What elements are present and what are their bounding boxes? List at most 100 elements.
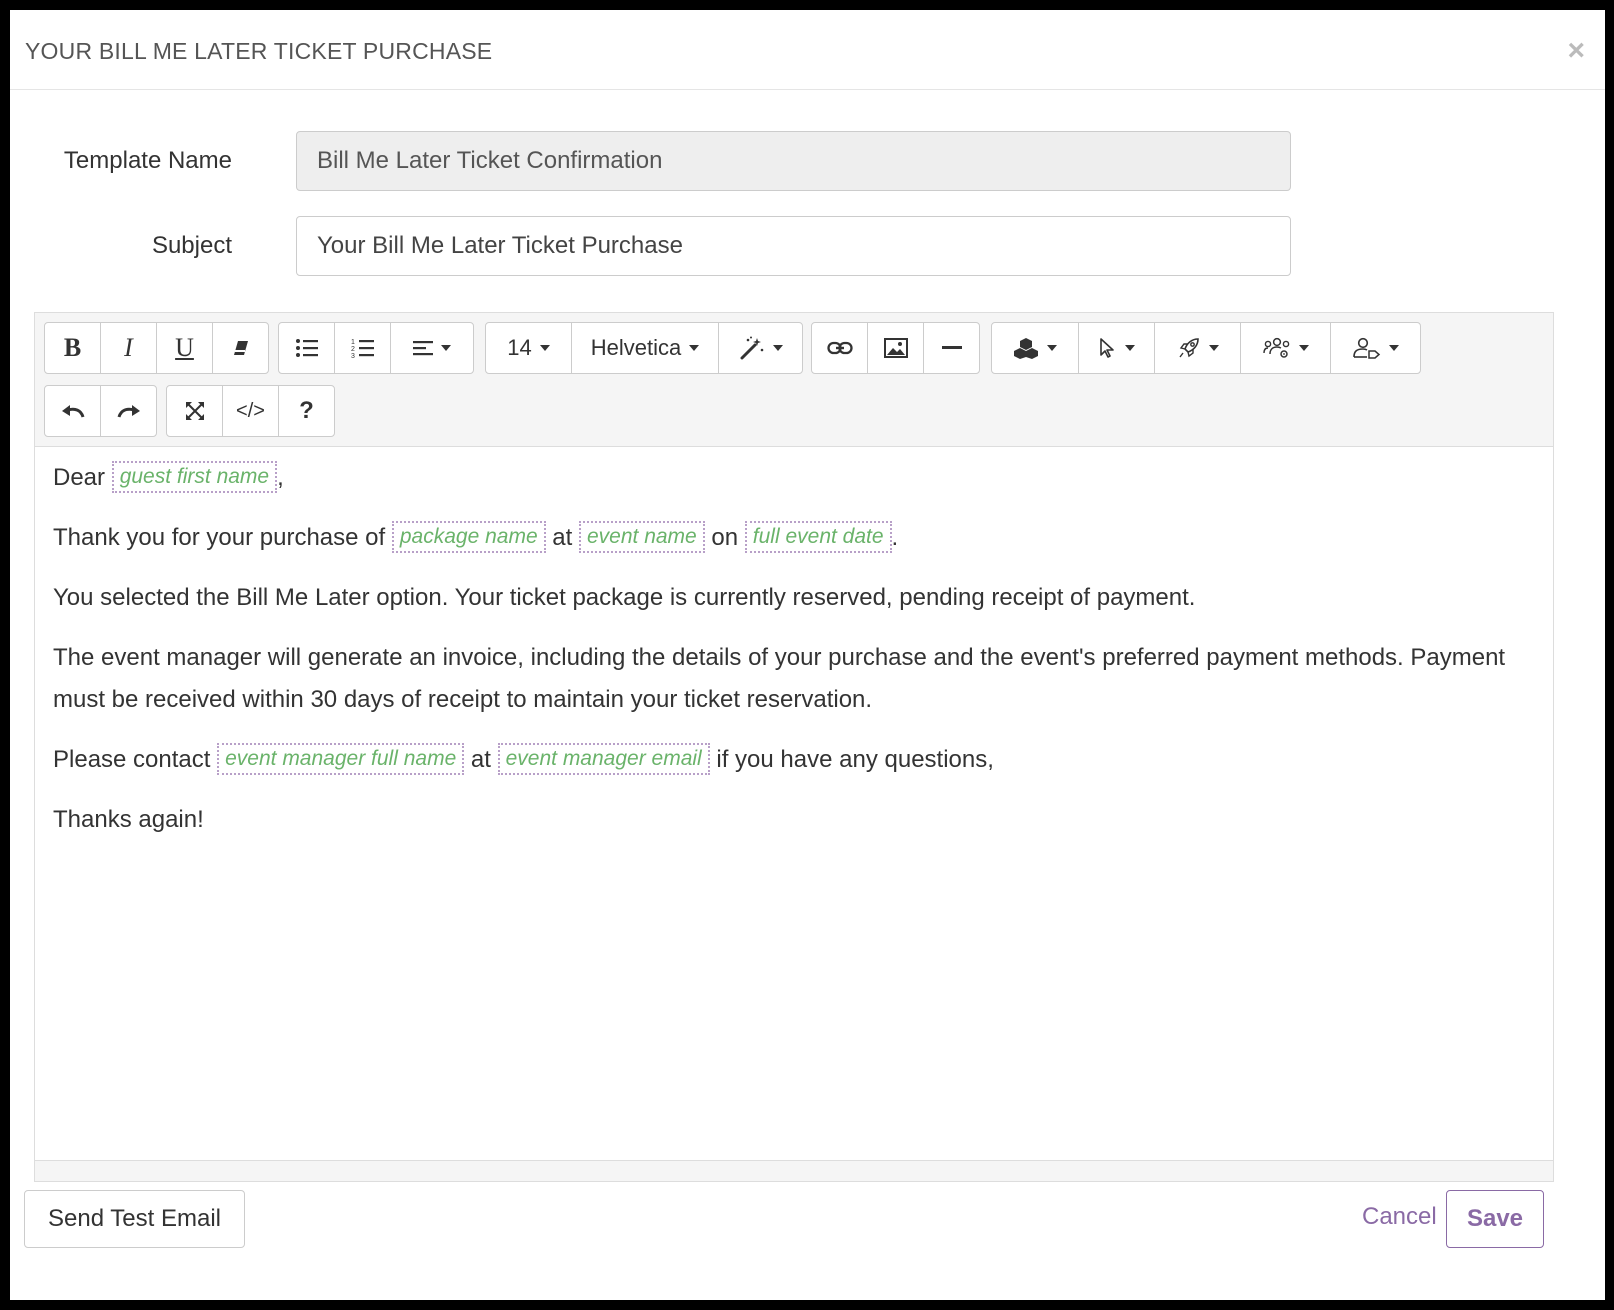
- style-dropdown[interactable]: [718, 322, 803, 374]
- modal-title: YOUR BILL ME LATER TICKET PURCHASE: [25, 38, 493, 64]
- link-icon: [826, 341, 853, 355]
- merge-tag-package-name[interactable]: package name: [391, 521, 546, 553]
- text: Dear: [53, 464, 106, 491]
- fullscreen-button[interactable]: [166, 385, 223, 437]
- paragraph-group: 123: [278, 322, 474, 374]
- chevron-down-icon: [1298, 345, 1309, 351]
- expand-icon: [185, 402, 204, 420]
- unordered-list-button[interactable]: [278, 322, 335, 374]
- rocket-dropdown[interactable]: [1154, 322, 1241, 374]
- template-name-label: Template Name: [63, 147, 232, 174]
- editor-content[interactable]: Dear guest first name, Thank you for you…: [35, 447, 1553, 841]
- italic-button[interactable]: I: [100, 322, 157, 374]
- align-dropdown[interactable]: [390, 322, 474, 374]
- users-cog-icon: [1262, 337, 1289, 358]
- text: on: [711, 524, 739, 551]
- history-group: [44, 385, 157, 437]
- paragraph-signoff: Thanks again!: [53, 806, 204, 833]
- paragraph-contact: Please contact event manager full name a…: [53, 739, 1535, 781]
- bold-button[interactable]: B: [44, 322, 101, 374]
- horizontal-rule-icon: [941, 346, 962, 349]
- merge-tag-event-manager-full-name[interactable]: event manager full name: [217, 743, 465, 775]
- chevron-down-icon: [539, 345, 550, 351]
- paragraph-greeting: Dear guest first name,: [53, 457, 1535, 499]
- chevron-down-icon: [1124, 345, 1135, 351]
- merge-tag-event-manager-email[interactable]: event manager email: [497, 743, 710, 775]
- undo-button[interactable]: [44, 385, 101, 437]
- magic-wand-icon: [740, 336, 763, 360]
- editor-toolbar: B I U 123 14 Helvetica </> ?: [35, 313, 1553, 447]
- redo-button[interactable]: [100, 385, 157, 437]
- font-group: 14 Helvetica: [485, 322, 803, 374]
- save-button[interactable]: Save: [1446, 1190, 1544, 1248]
- rocket-icon: [1178, 338, 1199, 358]
- font-size-value: 14: [507, 335, 532, 360]
- underline-button[interactable]: U: [156, 322, 213, 374]
- eraser-icon: [233, 341, 248, 355]
- chevron-down-icon: [689, 345, 700, 351]
- merge-tag-full-event-date[interactable]: full event date: [744, 521, 892, 553]
- code-icon: </>: [236, 399, 265, 422]
- chevron-down-icon: [1388, 345, 1399, 351]
- merge-tag-event-name[interactable]: event name: [578, 521, 705, 553]
- cancel-button[interactable]: Cancel: [1356, 1202, 1443, 1232]
- rich-text-editor: B I U 123 14 Helvetica </> ? Dear guest …: [34, 312, 1554, 1182]
- insert-link-button[interactable]: [811, 322, 868, 374]
- chevron-down-icon: [441, 345, 451, 351]
- cursor-icon: [1099, 338, 1114, 358]
- font-family-value: Helvetica: [590, 335, 682, 360]
- image-icon: [883, 338, 908, 358]
- insert-image-button[interactable]: [867, 322, 924, 374]
- italic-icon: I: [124, 333, 133, 362]
- svg-text:1: 1: [351, 339, 355, 346]
- cubes-icon: [1014, 338, 1038, 359]
- user-tag-icon: [1352, 337, 1380, 359]
- text: ,: [277, 464, 284, 491]
- chevron-down-icon: [1208, 345, 1219, 351]
- group-dropdown[interactable]: [1240, 322, 1331, 374]
- svg-text:3: 3: [351, 353, 355, 359]
- paragraph-invoice: The event manager will generate an invoi…: [53, 644, 1506, 713]
- undo-icon: [61, 405, 84, 418]
- font-size-dropdown[interactable]: 14: [485, 322, 572, 374]
- merge-fields-group: [991, 322, 1421, 374]
- subject-input[interactable]: [296, 216, 1291, 276]
- text: at: [552, 524, 573, 551]
- modal-header: YOUR BILL ME LATER TICKET PURCHASE ×: [10, 10, 1605, 90]
- insert-group: [811, 322, 980, 374]
- email-template-modal: YOUR BILL ME LATER TICKET PURCHASE × Tem…: [10, 10, 1605, 1300]
- paragraph-thanks: Thank you for your purchase of package n…: [53, 517, 1535, 559]
- editor-resize-bar[interactable]: [35, 1160, 1553, 1181]
- align-left-icon: [413, 341, 433, 356]
- text: if you have any questions,: [716, 746, 994, 773]
- merge-fields-dropdown[interactable]: [991, 322, 1079, 374]
- user-dropdown[interactable]: [1330, 322, 1421, 374]
- bold-icon: B: [63, 333, 82, 362]
- underline-icon: U: [175, 333, 194, 362]
- horizontal-rule-button[interactable]: [923, 322, 980, 374]
- subject-label: Subject: [151, 232, 232, 259]
- code-view-button[interactable]: </>: [222, 385, 279, 437]
- text: Please contact: [53, 746, 211, 773]
- text: Thank you for your purchase of: [53, 524, 386, 551]
- chevron-down-icon: [772, 345, 783, 351]
- text: .: [891, 524, 899, 551]
- font-style-group: B I U: [44, 322, 269, 374]
- ordered-list-button[interactable]: 123: [334, 322, 391, 374]
- template-name-input[interactable]: [296, 131, 1291, 191]
- close-icon[interactable]: ×: [1567, 36, 1585, 66]
- clear-format-button[interactable]: [212, 322, 269, 374]
- svg-text:2: 2: [351, 346, 355, 353]
- chevron-down-icon: [1047, 345, 1057, 351]
- merge-tag-guest-first-name[interactable]: guest first name: [111, 461, 278, 493]
- help-button[interactable]: ?: [278, 385, 335, 437]
- cursor-dropdown[interactable]: [1078, 322, 1155, 374]
- view-group: </> ?: [166, 385, 335, 437]
- send-test-email-button[interactable]: Send Test Email: [24, 1190, 245, 1248]
- bullet-list-icon: [295, 339, 318, 357]
- question-icon: ?: [299, 397, 314, 424]
- paragraph-bill-me-later: You selected the Bill Me Later option. Y…: [53, 584, 1196, 611]
- font-family-dropdown[interactable]: Helvetica: [571, 322, 719, 374]
- text: at: [470, 746, 491, 773]
- numbered-list-icon: 123: [351, 339, 374, 359]
